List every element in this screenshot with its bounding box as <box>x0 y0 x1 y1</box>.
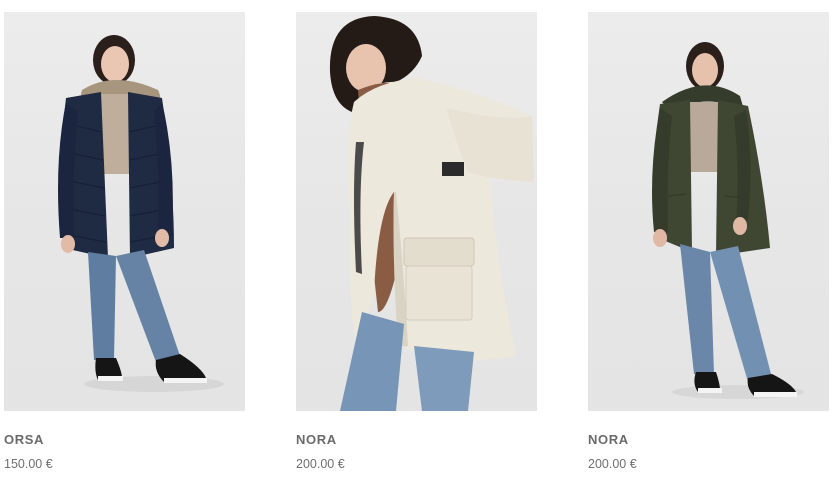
product-image[interactable] <box>588 12 829 411</box>
product-price: 150.00 € <box>4 457 53 471</box>
product-name[interactable]: NORA <box>588 432 629 448</box>
product-name[interactable]: ORSA <box>4 432 44 448</box>
model-photo-nora-olive <box>652 42 804 399</box>
product-price: 200.00 € <box>296 457 345 471</box>
product-grid: ORSA 150.00 € NORA 200.00 € NORA 200.00 … <box>4 12 832 482</box>
product-price: 200.00 € <box>588 457 637 471</box>
model-photo-nora-cream <box>329 16 534 411</box>
product-image[interactable] <box>4 12 245 411</box>
product-card-orsa[interactable]: ORSA 150.00 € <box>4 12 245 482</box>
product-card-nora-cream[interactable]: NORA 200.00 € <box>296 12 537 482</box>
product-image[interactable] <box>296 12 537 411</box>
model-photo-orsa <box>58 35 224 392</box>
product-card-nora-olive[interactable]: NORA 200.00 € <box>588 12 829 482</box>
product-name[interactable]: NORA <box>296 432 337 448</box>
